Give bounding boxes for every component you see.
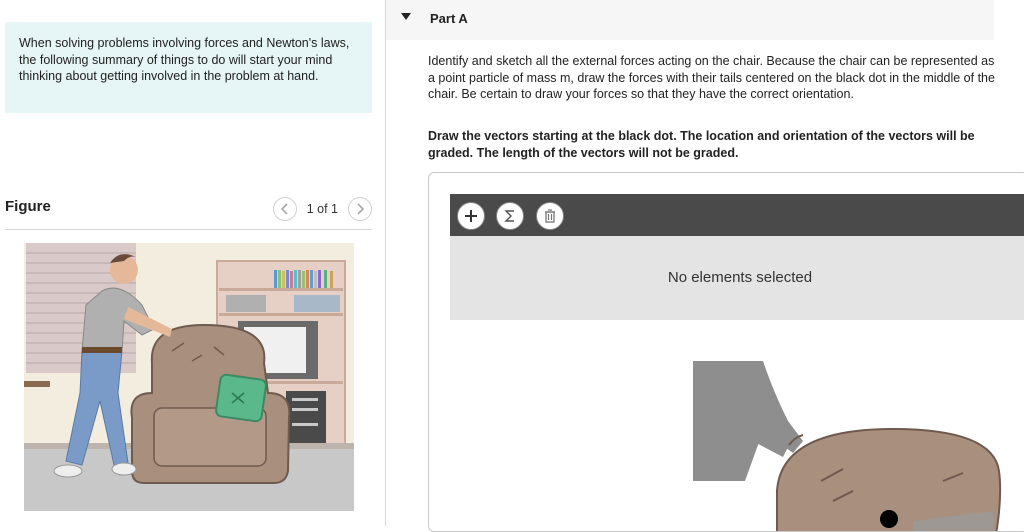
instructions-text: Identify and sketch all the external for… bbox=[428, 54, 995, 101]
hint-text: When solving problems involving forces a… bbox=[19, 36, 350, 83]
chair-sketch-image bbox=[693, 361, 1002, 531]
sigma-icon bbox=[504, 210, 514, 222]
hint-box: When solving problems involving forces a… bbox=[5, 22, 372, 113]
caret-down-icon[interactable] bbox=[401, 13, 411, 20]
drawing-toolbar bbox=[450, 194, 1024, 236]
part-header[interactable]: Part A bbox=[386, 0, 994, 40]
plus-icon bbox=[465, 210, 477, 222]
figure-pager: 1 of 1 bbox=[272, 196, 372, 222]
figure-divider bbox=[5, 229, 372, 230]
delete-button[interactable] bbox=[536, 202, 564, 230]
part-title[interactable]: Part A bbox=[430, 11, 468, 26]
add-vector-button[interactable] bbox=[457, 202, 485, 230]
next-figure-button[interactable] bbox=[348, 197, 372, 221]
trash-icon bbox=[545, 209, 555, 223]
sum-vector-button[interactable] bbox=[496, 202, 524, 230]
selection-status-text: No elements selected bbox=[667, 269, 813, 286]
figure-header: Figure 1 of 1 bbox=[5, 196, 372, 230]
previous-figure-button[interactable] bbox=[272, 197, 297, 221]
vector-drawing-widget: No elements selected bbox=[428, 172, 1024, 532]
chevron-left-icon bbox=[280, 203, 288, 215]
pager-text: 1 of 1 bbox=[306, 202, 338, 216]
left-panel: When solving problems involving forces a… bbox=[0, 0, 386, 526]
selection-status-bar: No elements selected bbox=[450, 236, 1024, 320]
figure-title: Figure bbox=[5, 198, 51, 215]
drawing-canvas[interactable] bbox=[450, 320, 1024, 531]
right-panel: Part A Identify and sketch all the exter… bbox=[386, 0, 1024, 532]
figure-illustration[interactable] bbox=[24, 243, 354, 511]
grading-instructions: Draw the vectors starting at the black d… bbox=[428, 129, 975, 160]
chevron-right-icon bbox=[357, 203, 365, 215]
